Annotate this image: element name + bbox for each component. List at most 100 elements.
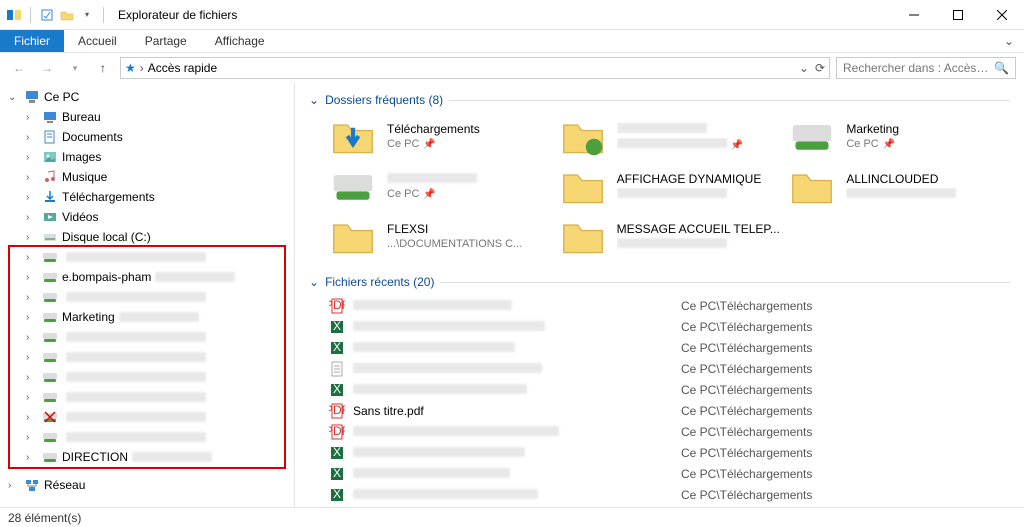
section-rule xyxy=(440,282,1010,283)
disk-icon xyxy=(42,229,58,245)
frequent-folder-item[interactable]: MESSAGE ACCUEIL TELEP... xyxy=(559,213,781,259)
section-frequent-folders[interactable]: ⌄ Dossiers fréquents (8) xyxy=(309,93,1010,107)
tree-node-0[interactable]: › Bureau xyxy=(0,107,294,127)
file-name: Sans titre.pdf xyxy=(353,404,673,418)
tree-node-3[interactable]: › Musique xyxy=(0,167,294,187)
breadcrumb-segment[interactable]: Accès rapide xyxy=(148,61,217,75)
recent-file-item[interactable]: PDF Sans titre.pdf Ce PC\Téléchargements xyxy=(329,400,1010,421)
recent-file-item[interactable]: X Ce PC\Téléchargements xyxy=(329,337,1010,358)
qa-newfolder-icon[interactable] xyxy=(59,7,75,23)
qa-dropdown-icon[interactable]: ▾ xyxy=(79,7,95,23)
frequent-folder-item[interactable]: FLEXSI ...\DOCUMENTATIONS C... xyxy=(329,213,551,259)
tab-view[interactable]: Affichage xyxy=(201,30,279,52)
file-name xyxy=(353,299,673,313)
folder-info: Téléchargements Ce PC📌 xyxy=(387,122,551,150)
recent-file-item[interactable]: X Ce PC\Téléchargements xyxy=(329,379,1010,400)
excel-icon: X xyxy=(329,340,345,356)
chevron-down-icon: ⌄ xyxy=(8,92,20,103)
folder-name: AFFICHAGE DYNAMIQUE xyxy=(617,172,781,186)
svg-text:PDF: PDF xyxy=(329,403,345,417)
excel-icon: X xyxy=(329,487,345,503)
downloads-big-icon xyxy=(329,116,377,156)
frequent-folders-grid: Téléchargements Ce PC📌 📌 Marketing Ce PC… xyxy=(329,113,1010,259)
maximize-button[interactable] xyxy=(936,0,980,30)
section-title: Fichiers récents (20) xyxy=(325,275,434,289)
breadcrumb[interactable]: ★ › Accès rapide ⌄ ⟳ xyxy=(120,57,830,79)
window-controls xyxy=(892,0,1024,30)
address-bar-row: ← → ▾ ↑ ★ › Accès rapide ⌄ ⟳ Rechercher … xyxy=(0,53,1024,83)
recent-file-item[interactable]: PDF Ce PC\Téléchargements xyxy=(329,295,1010,316)
tree-item-label: Réseau xyxy=(44,478,85,492)
tree-this-pc[interactable]: ⌄ Ce PC xyxy=(0,87,294,107)
folder-info: MESSAGE ACCUEIL TELEP... xyxy=(617,222,781,251)
folder-name: MESSAGE ACCUEIL TELEP... xyxy=(617,222,781,236)
separator xyxy=(30,7,31,23)
frequent-folder-item[interactable]: 📌 xyxy=(559,113,781,159)
nav-up-button[interactable]: ↑ xyxy=(92,57,114,79)
chevron-down-icon: ⌄ xyxy=(309,275,319,289)
folder-path: 📌 xyxy=(617,138,781,151)
recent-file-item[interactable]: Ce PC\Téléchargements xyxy=(329,358,1010,379)
chevron-right-icon: › xyxy=(140,61,144,75)
recent-file-item[interactable]: X Ce PC\Téléchargements xyxy=(329,463,1010,484)
chevron-right-icon: › xyxy=(26,152,38,163)
folder-name: ALLINCLOUDED xyxy=(846,172,1010,186)
tab-file[interactable]: Fichier xyxy=(0,30,64,52)
chevron-right-icon: › xyxy=(8,480,20,491)
folder-path xyxy=(617,238,781,251)
quick-access-toolbar: ▾ Explorateur de fichiers xyxy=(0,7,237,23)
recent-file-item[interactable]: X Ce PC\Téléchargements xyxy=(329,316,1010,337)
search-input[interactable]: Rechercher dans : Accès rapide 🔍 xyxy=(836,57,1016,79)
quick-access-icon: ★ xyxy=(125,61,136,75)
folder-path: Ce PC📌 xyxy=(846,138,1010,150)
navigation-tree[interactable]: ⌄ Ce PC › Bureau › Documents › Images › … xyxy=(0,83,295,507)
recent-file-item[interactable]: PDF Ce PC\Téléchargements xyxy=(329,421,1010,442)
file-name xyxy=(353,488,673,502)
file-location: Ce PC\Téléchargements xyxy=(681,488,812,502)
app-icon xyxy=(6,7,22,23)
chevron-down-icon: ⌄ xyxy=(309,93,319,107)
qa-properties-icon[interactable] xyxy=(39,7,55,23)
tree-node-1[interactable]: › Documents xyxy=(0,127,294,147)
tree-node-2[interactable]: › Images xyxy=(0,147,294,167)
recent-files-list: PDF Ce PC\TéléchargementsX Ce PC\Télécha… xyxy=(329,295,1010,505)
file-location: Ce PC\Téléchargements xyxy=(681,362,812,376)
breadcrumb-dropdown-icon[interactable]: ⌄ xyxy=(799,61,809,75)
frequent-folder-item[interactable]: Ce PC📌 xyxy=(329,163,551,209)
folder-icon xyxy=(788,166,836,206)
pdf-icon: PDF xyxy=(329,424,345,440)
pin-icon: 📌 xyxy=(883,139,895,150)
tab-home[interactable]: Accueil xyxy=(64,30,131,52)
tree-node-6[interactable]: › Disque local (C:) xyxy=(0,227,294,247)
frequent-folder-item[interactable]: Marketing Ce PC📌 xyxy=(788,113,1010,159)
frequent-folder-item[interactable]: Téléchargements Ce PC📌 xyxy=(329,113,551,159)
file-name xyxy=(353,383,673,397)
downloads-icon xyxy=(42,189,58,205)
frequent-folder-item[interactable]: AFFICHAGE DYNAMIQUE xyxy=(559,163,781,209)
refresh-button[interactable]: ⟳ xyxy=(815,61,825,75)
svg-text:X: X xyxy=(333,319,341,333)
close-button[interactable] xyxy=(980,0,1024,30)
recent-file-item[interactable]: X Ce PC\Téléchargements xyxy=(329,484,1010,505)
minimize-button[interactable] xyxy=(892,0,936,30)
content-pane: ⌄ Dossiers fréquents (8) Téléchargements… xyxy=(295,83,1024,507)
folder-name xyxy=(387,172,551,186)
ribbon-expand-icon[interactable]: ⌄ xyxy=(1004,34,1014,48)
folder-path xyxy=(846,188,1010,201)
file-name xyxy=(353,425,673,439)
tree-node-4[interactable]: › Téléchargements xyxy=(0,187,294,207)
nav-back-button[interactable]: ← xyxy=(8,57,30,79)
body: ⌄ Ce PC › Bureau › Documents › Images › … xyxy=(0,83,1024,507)
folder-info: 📌 xyxy=(617,122,781,151)
frequent-folder-item[interactable]: ALLINCLOUDED xyxy=(788,163,1010,209)
recent-file-item[interactable]: X Ce PC\Téléchargements xyxy=(329,442,1010,463)
nav-forward-button[interactable]: → xyxy=(36,57,58,79)
tree-network[interactable]: › Réseau xyxy=(0,475,294,495)
tree-node-5[interactable]: › Vidéos xyxy=(0,207,294,227)
pdf-icon: PDF xyxy=(329,298,345,314)
tab-share[interactable]: Partage xyxy=(131,30,201,52)
section-recent-files[interactable]: ⌄ Fichiers récents (20) xyxy=(309,275,1010,289)
nav-recent-dropdown[interactable]: ▾ xyxy=(64,57,86,79)
folder-name: Téléchargements xyxy=(387,122,551,136)
svg-text:X: X xyxy=(333,445,341,459)
